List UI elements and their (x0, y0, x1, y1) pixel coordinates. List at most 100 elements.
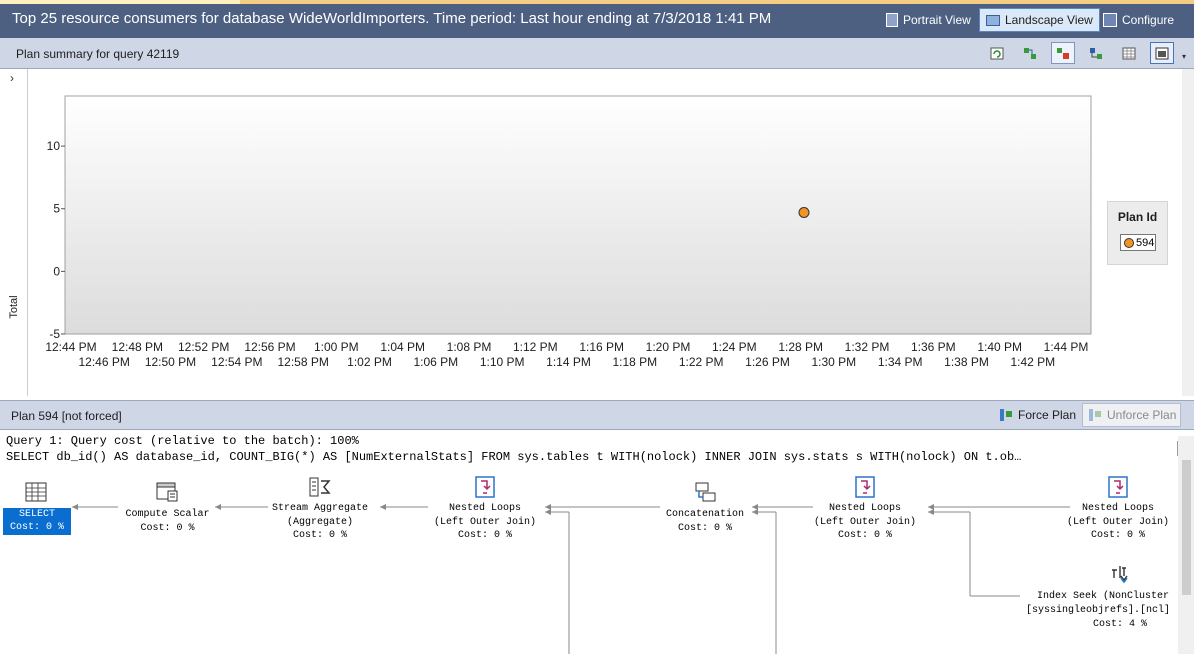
plan-node-index-seek[interactable]: Index Seek (NonCluster [syssingleobjrefs… (1020, 560, 1178, 632)
stream-aggregate-label: Stream Aggregate (271, 503, 368, 514)
track-query-button[interactable] (1051, 42, 1075, 64)
configure-button[interactable]: Configure (1097, 8, 1180, 32)
x-tick-label: 12:46 PM (78, 355, 129, 369)
grid-icon (1122, 47, 1136, 59)
x-tick-label: 1:04 PM (380, 340, 425, 354)
x-tick-label: 1:20 PM (646, 340, 691, 354)
overflow-chevron-icon[interactable]: ▾ (1182, 52, 1186, 61)
index-seek-cost: Cost: 4 % (1092, 619, 1147, 630)
legend-title: Plan Id (1117, 210, 1158, 224)
x-tick-label: 1:10 PM (480, 355, 525, 369)
unforce-plan-label: Unforce Plan (1107, 408, 1177, 422)
nested-loops-2-cost: Cost: 0 % (837, 530, 892, 541)
x-tick-label: 1:06 PM (413, 355, 458, 369)
landscape-view-label: Landscape View (1005, 13, 1093, 27)
x-tick-label: 1:14 PM (546, 355, 591, 369)
plot-area (64, 95, 1092, 335)
nested-loops-icon (475, 476, 495, 498)
query-cost-header: Query 1: Query cost (relative to the bat… (6, 434, 359, 448)
x-tick-label: 1:44 PM (1044, 340, 1089, 354)
x-tick-label: 1:36 PM (911, 340, 956, 354)
concatenation-cost: Cost: 0 % (677, 523, 732, 534)
unforce-plan-button[interactable]: Unforce Plan (1082, 403, 1182, 427)
plan-node-nested-loops-3[interactable]: Nested Loops (Left Outer Join) Cost: 0 % (1058, 470, 1178, 541)
x-tick-label: 1:26 PM (745, 355, 790, 369)
plan-node-nested-loops-2[interactable]: Nested Loops (Left Outer Join) Cost: 0 % (800, 470, 930, 541)
index-seek-object: [syssingleobjrefs].[ncl] (1026, 605, 1171, 616)
x-tick-label: 1:34 PM (878, 355, 923, 369)
nested-loops-icon (855, 476, 875, 498)
plan-node-concatenation[interactable]: Concatenation Cost: 0 % (640, 470, 770, 540)
compare-plans-button[interactable] (1018, 42, 1042, 64)
x-tick-label: 1:40 PM (977, 340, 1022, 354)
stream-aggregate-sublabel: (Aggregate) (286, 517, 353, 528)
grid-view-button[interactable] (1117, 42, 1141, 64)
plan-toolbar: Plan 594 [not forced] Force Plan Unforce… (0, 400, 1194, 430)
plan-node-select[interactable]: SELECT Cost: 0 % (0, 470, 72, 540)
x-tick-label: 1:18 PM (612, 355, 657, 369)
x-tick-label: 1:16 PM (579, 340, 624, 354)
select-cost: Cost: 0 % (9, 522, 64, 533)
refresh-button[interactable] (985, 42, 1009, 64)
landscape-view-button[interactable]: Landscape View (979, 8, 1100, 32)
chart-legend: Plan Id 594 (1107, 201, 1168, 265)
nested-loops-icon (1108, 476, 1128, 498)
plan-summary-header: Plan summary for query 42119 ▾ (0, 38, 1194, 69)
unforce-plan-icon (1089, 409, 1101, 421)
x-tick-label: 1:28 PM (778, 340, 823, 354)
nested-loops-2-label: Nested Loops (828, 503, 901, 514)
force-plan-icon (1000, 409, 1012, 421)
x-tick-label: 1:42 PM (1010, 355, 1055, 369)
legend-entry-594[interactable]: 594 (1120, 234, 1156, 251)
view-query-text-button[interactable] (1084, 42, 1108, 64)
x-tick-label: 1:12 PM (513, 340, 558, 354)
landscape-view-icon (986, 14, 1000, 26)
nested-loops-3-sublabel: (Left Outer Join) (1066, 517, 1170, 528)
compute-scalar-icon (156, 482, 178, 502)
nested-loops-1-label: Nested Loops (448, 503, 521, 514)
force-plan-button[interactable]: Force Plan (994, 403, 1080, 427)
x-tick-label: 1:08 PM (447, 340, 492, 354)
y-tick-label: 0 (53, 264, 60, 278)
legend-marker-icon (1124, 237, 1134, 248)
nested-loops-3-label: Nested Loops (1081, 503, 1154, 514)
query-sql-text: SELECT db_id() AS database_id, COUNT_BIG… (6, 450, 1022, 464)
select-label: SELECT (18, 509, 55, 520)
stream-aggregate-cost: Cost: 0 % (292, 530, 347, 541)
track-query-icon (1057, 47, 1069, 59)
plan-node-stream-aggregate[interactable]: Stream Aggregate (Aggregate) Cost: 0 % (255, 470, 385, 541)
nested-loops-1-cost: Cost: 0 % (457, 530, 512, 541)
portrait-view-button[interactable]: Portrait View (880, 8, 977, 32)
plan-scroll-thumb[interactable] (1182, 460, 1191, 595)
x-tick-label: 1:02 PM (347, 355, 392, 369)
stream-aggregate-icon (309, 477, 331, 497)
configure-label: Configure (1122, 13, 1175, 27)
collapsed-pane-strip[interactable]: › Total (0, 69, 28, 396)
refresh-icon (990, 47, 1004, 59)
y-axis-label: Total (8, 295, 20, 319)
y-tick-label: -5 (49, 327, 60, 341)
x-tick-label: 1:30 PM (811, 355, 856, 369)
plan-node-nested-loops-1[interactable]: Nested Loops (Left Outer Join) Cost: 0 % (420, 470, 550, 541)
concatenation-icon (695, 482, 716, 502)
x-tick-label: 12:54 PM (211, 355, 262, 369)
x-tick-label: 1:38 PM (944, 355, 989, 369)
plan-summary-title: Plan summary for query 42119 (16, 47, 180, 61)
x-tick-label: 1:22 PM (679, 355, 724, 369)
x-tick-label: 12:48 PM (112, 340, 163, 354)
expand-pane-icon[interactable]: › (10, 71, 14, 85)
title-bar: Top 25 resource consumers for database W… (0, 0, 1194, 38)
nested-loops-1-sublabel: (Left Outer Join) (433, 517, 537, 528)
chart-view-button[interactable] (1150, 42, 1174, 64)
portrait-view-label: Portrait View (903, 13, 971, 27)
chart-scrollbar[interactable] (1182, 69, 1194, 396)
nested-loops-3-cost: Cost: 0 % (1090, 530, 1145, 541)
force-plan-label: Force Plan (1018, 408, 1077, 422)
query-text-icon (1090, 47, 1102, 59)
plan-node-compute-scalar[interactable]: Compute Scalar Cost: 0 % (100, 470, 235, 540)
y-tick-label: 5 (53, 202, 60, 216)
data-point-plan-594[interactable] (798, 206, 810, 218)
plan-label: Plan 594 [not forced] (11, 409, 122, 423)
select-operator-icon (25, 482, 47, 502)
active-document-tab[interactable] (0, 0, 240, 4)
